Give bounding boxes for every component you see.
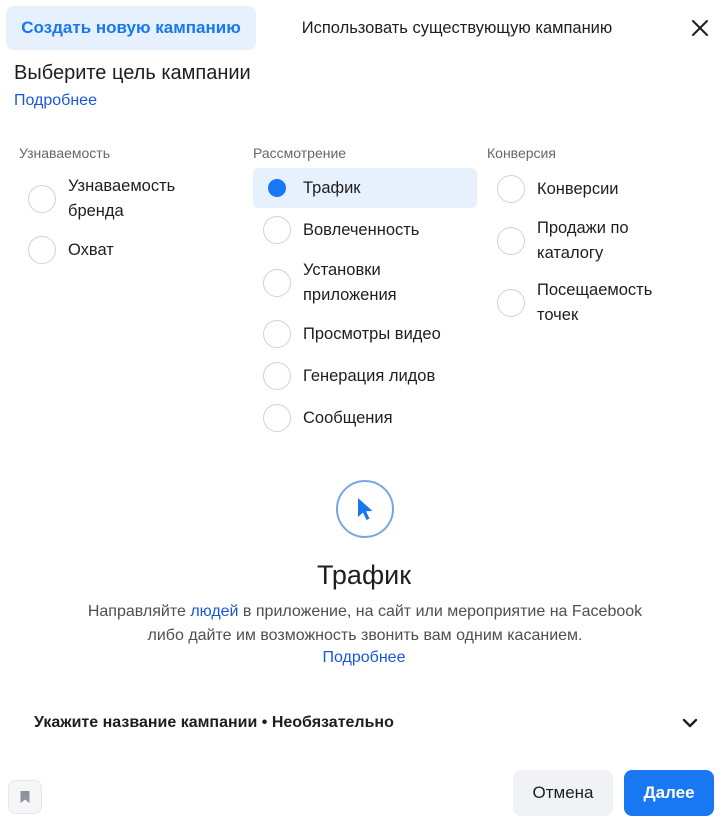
objective-lead-generation[interactable]: Генерация лидов [263,361,473,391]
bookmark-icon [20,791,30,803]
close-icon [692,20,708,36]
radio-button[interactable] [263,269,291,297]
next-button[interactable]: Далее [624,770,714,816]
radio-button[interactable] [497,227,525,255]
radio-button[interactable] [497,175,525,203]
option-label: Генерация лидов [303,366,436,385]
option-label: Конверсии [537,179,619,198]
objective-store-traffic[interactable]: Посещаемость точек [497,277,697,329]
objective-engagement[interactable]: Вовлеченность [263,215,473,245]
description-link[interactable]: людей [190,603,238,620]
objective-video-views[interactable]: Просмотры видео [263,319,473,349]
objective-description: Направляйте людей в приложение, на сайт … [80,600,650,648]
column-title-awareness: Узнаваемость [19,145,111,161]
option-label: Трафик [303,178,361,197]
objective-learn-more-link[interactable]: Подробнее [323,649,406,666]
column-title-conversion: Конверсия [487,145,556,161]
option-label: Посещаемость точек [537,281,653,324]
objective-brand-awareness[interactable]: Узнаваемость бренда [28,173,228,225]
bookmark-button[interactable] [8,780,42,814]
radio-button[interactable] [263,216,291,244]
objective-traffic[interactable]: Трафик [253,168,477,208]
tab-bar: Создать новую кампанию Использовать суще… [0,0,728,56]
option-label: Продажи по каталогу [537,219,629,262]
campaign-name-label: Укажите название кампании • Необязательн… [34,714,394,731]
tab-create-new-campaign[interactable]: Создать новую кампанию [6,6,256,50]
radio-button[interactable] [263,404,291,432]
objective-learn-more: Подробнее [0,649,728,667]
objective-reach[interactable]: Охват [28,235,228,265]
option-label: Просмотры видео [303,324,441,343]
radio-button-selected[interactable] [263,174,291,202]
tab-use-existing-campaign[interactable]: Использовать существующую кампанию [272,6,642,50]
objective-catalog-sales[interactable]: Продажи по каталогу [497,215,697,267]
objective-title: Трафик [316,560,412,590]
cursor-icon [358,498,373,520]
radio-button[interactable] [263,362,291,390]
option-label: Охват [68,240,114,259]
objective-app-installs[interactable]: Установки приложения [263,257,473,309]
description-text: Направляйте [87,603,191,620]
campaign-name-expander[interactable]: Укажите название кампании • Необязательн… [34,710,698,736]
objective-messages[interactable]: Сообщения [263,403,473,433]
cancel-button[interactable]: Отмена [513,770,613,816]
radio-button[interactable] [28,236,56,264]
traffic-objective-badge [336,480,394,538]
close-button[interactable] [684,12,716,44]
objective-conversions[interactable]: Конверсии [497,174,697,204]
radio-button[interactable] [28,185,56,213]
radio-button[interactable] [497,289,525,317]
option-label: Сообщения [303,408,393,427]
option-label: Установки приложения [303,261,397,304]
option-label: Вовлеченность [303,220,420,239]
option-label: Узнаваемость бренда [68,177,176,220]
radio-button[interactable] [263,320,291,348]
chevron-down-icon [682,718,698,728]
learn-more-link[interactable]: Подробнее [14,92,97,110]
column-title-consideration: Рассмотрение [253,145,347,161]
page-title: Выберите цель кампании [14,62,251,84]
